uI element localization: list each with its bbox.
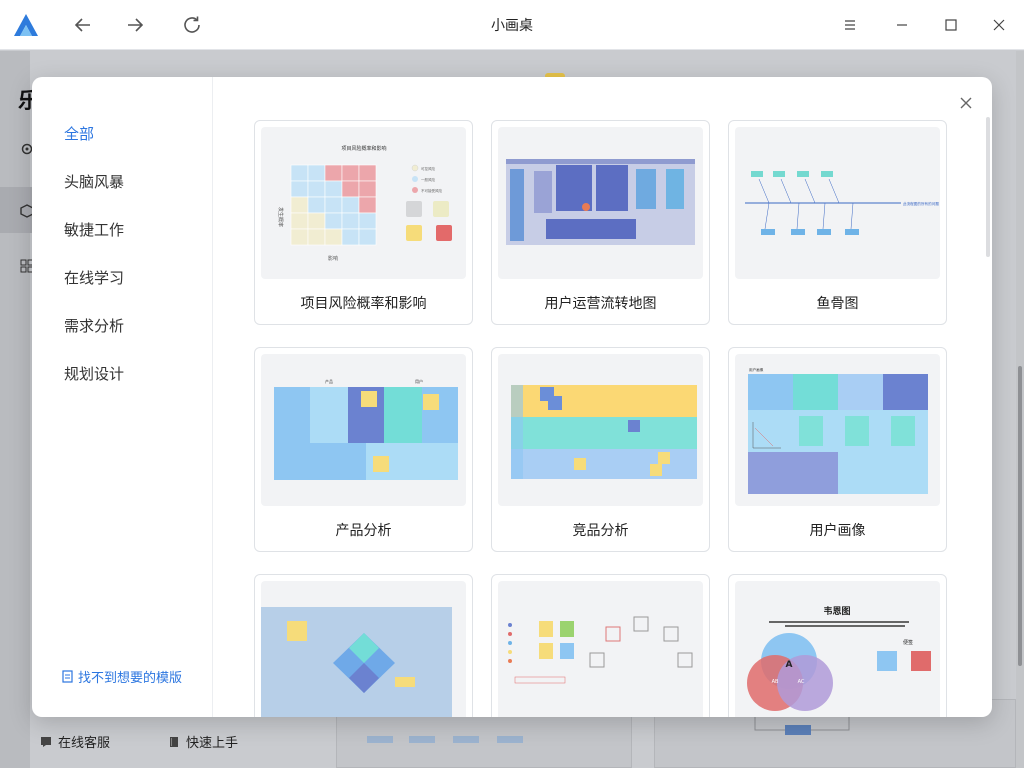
svg-text:便签: 便签 <box>903 639 913 646</box>
modal-scrollbar[interactable] <box>986 117 990 257</box>
svg-text:AC: AC <box>798 679 805 685</box>
window-title: 小画桌 <box>491 18 533 34</box>
template-label: 项目风险概率和影响 <box>300 296 427 312</box>
template-thumbnail <box>261 581 466 717</box>
app-logo-icon <box>13 13 39 37</box>
forward-arrow-icon[interactable] <box>122 12 148 38</box>
template-label: 产品分析 <box>335 523 392 539</box>
background-bottom-bar: 在线客服 快速上手 <box>0 708 1024 768</box>
template-thumbnail: 产品 用户 <box>261 354 466 506</box>
svg-text:AB: AB <box>772 679 779 685</box>
svg-text:可控风险: 可控风险 <box>421 166 435 171</box>
title-bar: 小画桌 <box>0 0 1024 50</box>
svg-text:发生概率: 发生概率 <box>277 207 284 227</box>
template-thumbnail: 韦恩图 A AB AC 便签 <box>735 581 940 717</box>
template-card[interactable]: 此流程图的所有的问题 鱼骨图 <box>728 120 947 325</box>
template-modal: 全部 头脑风暴 敏捷工作 在线学习 需求分析 规划设计 找不到想要的模版 项目风… <box>32 77 992 717</box>
template-thumbnail <box>498 127 703 279</box>
background-scrollbar[interactable] <box>1018 366 1022 666</box>
minimize-icon[interactable] <box>890 13 914 37</box>
category-agile-work[interactable]: 敏捷工作 <box>64 219 124 240</box>
template-thumbnail: 项目风险概率和影响 影响 发生概率 可控风险 一般风险 不可接受风险 <box>261 127 466 279</box>
category-online-learning[interactable]: 在线学习 <box>64 267 124 288</box>
svg-text:影响: 影响 <box>328 255 338 262</box>
template-thumbnail: 此流程图的所有的问题 <box>735 127 940 279</box>
back-arrow-icon[interactable] <box>70 12 96 38</box>
template-card[interactable] <box>491 574 710 717</box>
svg-text:韦恩图: 韦恩图 <box>823 605 850 617</box>
template-card[interactable]: 产品 用户 产品分析 <box>254 347 473 552</box>
category-list: 全部 头脑风暴 敏捷工作 在线学习 需求分析 规划设计 找不到想要的模版 <box>32 77 213 717</box>
chat-icon <box>41 736 51 747</box>
svg-text:一般风险: 一般风险 <box>421 177 435 182</box>
template-thumbnail <box>498 581 703 717</box>
template-card[interactable]: 用户画像 用户画像 <box>728 347 947 552</box>
missing-template-label: 找不到想要的模版 <box>78 671 183 686</box>
quick-start-label: 快速上手 <box>186 736 239 751</box>
maximize-icon[interactable] <box>939 13 963 37</box>
template-label: 用户画像 <box>809 523 866 539</box>
background-sidebar: 乐 <box>0 51 40 768</box>
missing-template-link[interactable]: 找不到想要的模版 <box>61 667 182 686</box>
window-close-icon[interactable] <box>987 13 1011 37</box>
svg-text:用户: 用户 <box>415 378 423 384</box>
category-brainstorm[interactable]: 头脑风暴 <box>64 171 124 192</box>
template-card[interactable]: 竞品分析 <box>491 347 710 552</box>
quick-start-link[interactable]: 快速上手 <box>168 732 238 751</box>
refresh-icon[interactable] <box>179 12 205 38</box>
svg-text:A: A <box>786 660 793 670</box>
category-planning-design[interactable]: 规划设计 <box>64 363 124 384</box>
svg-text:产品: 产品 <box>325 378 333 384</box>
template-card[interactable]: 用户运营流转地图 <box>491 120 710 325</box>
template-thumbnail: 用户画像 <box>735 354 940 506</box>
template-label: 鱼骨图 <box>816 296 859 312</box>
category-requirement-analysis[interactable]: 需求分析 <box>64 315 124 336</box>
svg-text:项目风险概率和影响: 项目风险概率和影响 <box>341 145 386 152</box>
template-card[interactable]: 韦恩图 A AB AC 便签 <box>728 574 947 717</box>
template-card[interactable] <box>254 574 473 717</box>
menu-icon[interactable] <box>838 13 862 37</box>
category-all[interactable]: 全部 <box>64 123 94 144</box>
modal-close-icon[interactable] <box>956 93 976 113</box>
svg-text:此流程图的所有的问题: 此流程图的所有的问题 <box>903 201 939 206</box>
online-support-link[interactable]: 在线客服 <box>40 732 110 751</box>
template-thumbnail <box>498 354 703 506</box>
template-label: 用户运营流转地图 <box>544 296 657 312</box>
template-card[interactable]: 项目风险概率和影响 影响 发生概率 可控风险 一般风险 不可接受风险 项目风险概… <box>254 120 473 325</box>
book-icon <box>170 736 178 747</box>
document-icon <box>62 670 73 683</box>
template-label: 竞品分析 <box>572 523 629 539</box>
online-support-label: 在线客服 <box>58 736 111 751</box>
svg-text:用户画像: 用户画像 <box>749 367 764 372</box>
svg-text:不可接受风险: 不可接受风险 <box>421 188 442 193</box>
